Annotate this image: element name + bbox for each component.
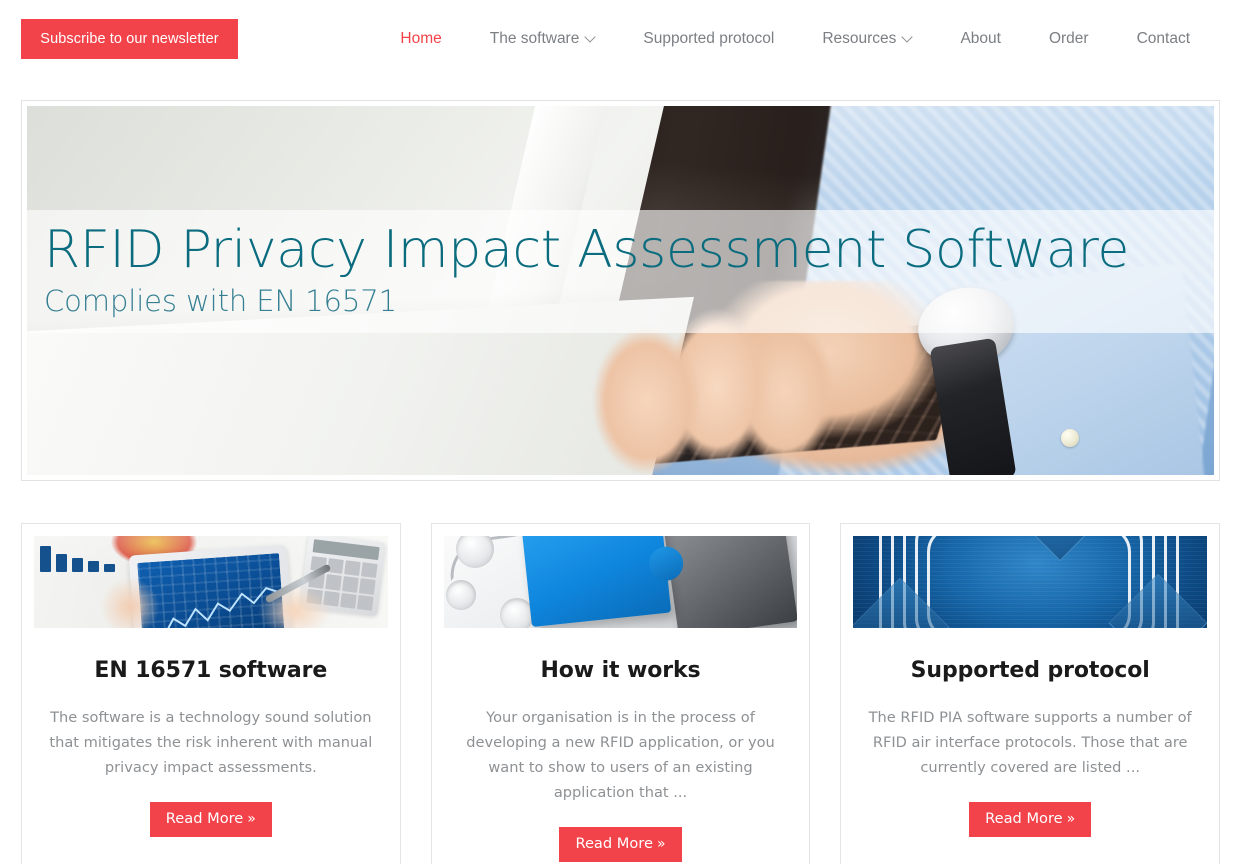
nav-item-resources[interactable]: Resources bbox=[798, 31, 936, 47]
double-chevron-right-icon: » bbox=[656, 836, 666, 853]
card-actions: Read More» bbox=[444, 827, 798, 863]
nav-item-label: The software bbox=[489, 30, 580, 48]
puzzle-pieces-image bbox=[443, 536, 798, 628]
nav-item-about[interactable]: About bbox=[936, 31, 1025, 47]
antenna-coil-shape bbox=[927, 536, 1132, 628]
hero-title: RFID Privacy Impact Assessment Software bbox=[44, 219, 1130, 280]
read-more-button[interactable]: Read More» bbox=[559, 827, 682, 863]
card-image bbox=[853, 536, 1208, 628]
left-hand-shape bbox=[94, 570, 166, 628]
card-image bbox=[443, 536, 798, 628]
hero-slide[interactable]: RFID Privacy Impact Assessment Software … bbox=[27, 106, 1214, 475]
feature-cards-row: EN 16571 software The software is a tech… bbox=[21, 523, 1221, 864]
nav-item-label: Supported protocol bbox=[643, 30, 775, 48]
double-chevron-right-icon: » bbox=[1066, 811, 1076, 828]
card-title: Supported protocol bbox=[910, 658, 1150, 683]
card-description: The RFID PIA software supports a number … bbox=[868, 709, 1192, 777]
hero-text-block: RFID Privacy Impact Assessment Software … bbox=[27, 210, 1214, 333]
read-more-button[interactable]: Read More» bbox=[969, 802, 1092, 838]
site-header: Subscribe to our newsletter Home The sof… bbox=[0, 0, 1240, 78]
nav-item-the-software[interactable]: The software bbox=[466, 31, 620, 47]
nav-item-contact[interactable]: Contact bbox=[1113, 31, 1214, 47]
chevron-down-icon bbox=[586, 33, 595, 42]
feature-card: How it works Your organisation is in the… bbox=[430, 523, 811, 864]
card-actions: Read More» bbox=[853, 802, 1207, 838]
card-description: The software is a technology sound solut… bbox=[49, 709, 373, 777]
blue-puzzle-piece-shape bbox=[520, 536, 671, 628]
nav-item-order[interactable]: Order bbox=[1025, 31, 1113, 47]
chart-tablet-image bbox=[34, 536, 388, 628]
hero-banner: RFID Privacy Impact Assessment Software … bbox=[21, 100, 1220, 481]
rfid-antenna-image bbox=[853, 536, 1208, 628]
read-more-label: Read More bbox=[575, 835, 653, 853]
puzzle-hole-shape bbox=[445, 580, 476, 610]
chevron-down-icon bbox=[903, 33, 912, 42]
bar-chart-shape bbox=[40, 546, 115, 572]
read-more-label: Read More bbox=[165, 810, 244, 828]
card-actions: Read More» bbox=[34, 802, 388, 838]
card-description: Your organisation is in the process of d… bbox=[466, 709, 775, 802]
subscribe-newsletter-button[interactable]: Subscribe to our newsletter bbox=[21, 19, 238, 59]
nav-item-label: About bbox=[960, 30, 1001, 48]
feature-card: EN 16571 software The software is a tech… bbox=[21, 523, 401, 864]
hero-subtitle: Complies with EN 16571 bbox=[44, 283, 397, 318]
grey-puzzle-piece-shape bbox=[664, 536, 798, 628]
card-title: How it works bbox=[540, 658, 701, 683]
double-chevron-right-icon: » bbox=[247, 811, 256, 828]
read-more-button[interactable]: Read More» bbox=[149, 802, 272, 838]
nav-item-supported-protocol[interactable]: Supported protocol bbox=[619, 31, 798, 47]
read-more-label: Read More bbox=[985, 810, 1063, 828]
card-image bbox=[34, 536, 388, 628]
nav-item-label: Home bbox=[400, 30, 442, 48]
nav-item-label: Contact bbox=[1136, 30, 1190, 48]
nav-item-label: Resources bbox=[822, 30, 897, 48]
card-title: EN 16571 software bbox=[94, 658, 328, 683]
nav-item-home[interactable]: Home bbox=[376, 31, 465, 47]
nav-item-label: Order bbox=[1048, 30, 1089, 48]
feature-card: Supported protocol The RFID PIA software… bbox=[840, 523, 1221, 864]
main-navigation: Home The software Supported protocol Res… bbox=[376, 31, 1220, 47]
cufflink-shape bbox=[1061, 429, 1079, 447]
